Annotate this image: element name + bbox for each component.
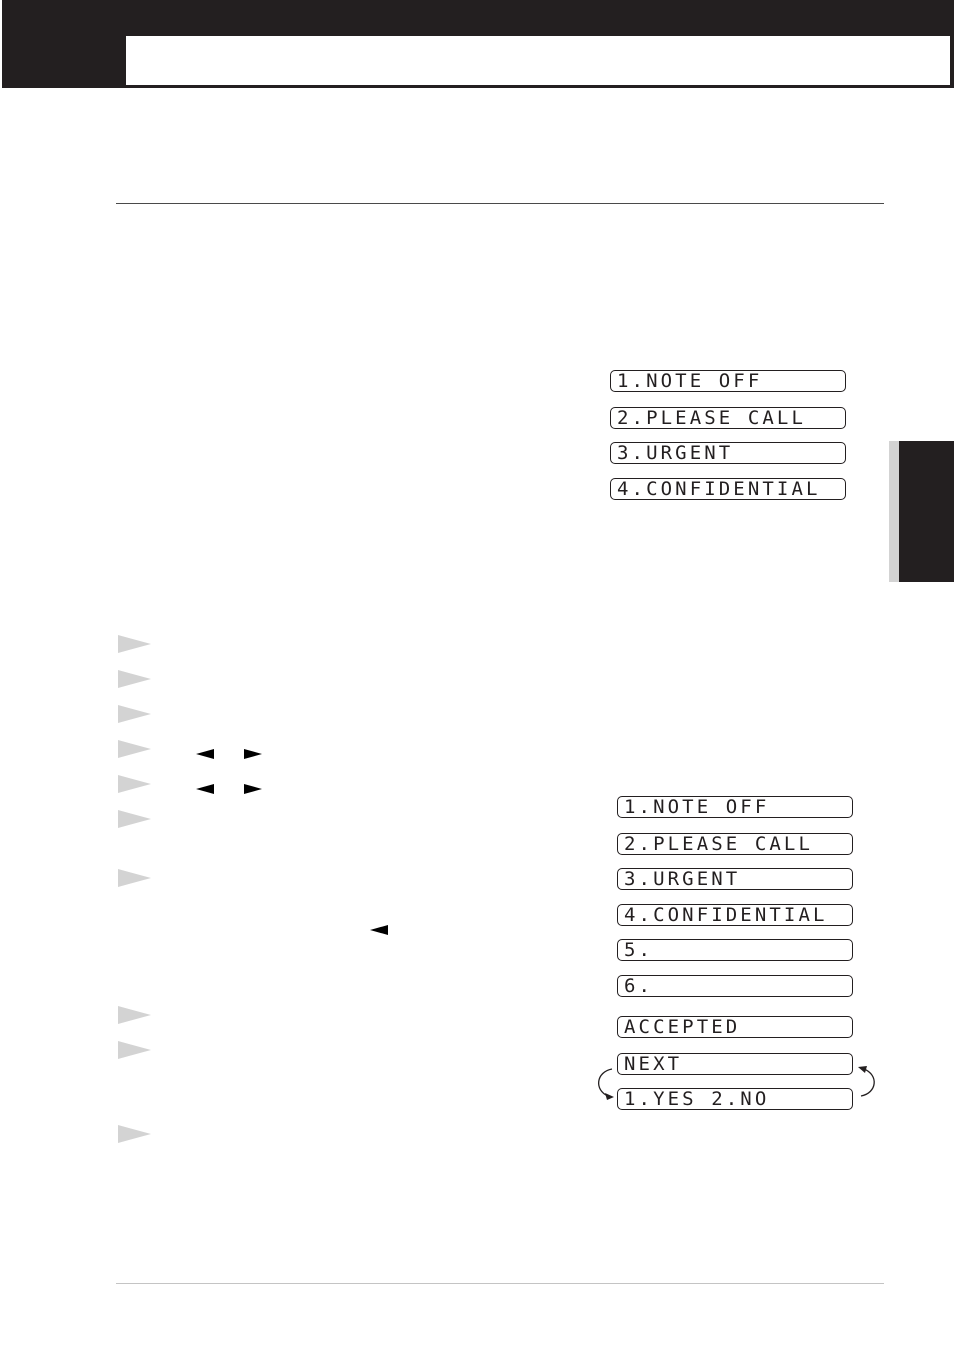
lcd-display-accepted: ACCEPTED xyxy=(617,1016,853,1038)
right-arrow-icon xyxy=(244,749,262,759)
step-marker-icon xyxy=(118,670,151,688)
side-tab xyxy=(899,441,954,582)
lcd-text: 1.NOTE OFF xyxy=(617,370,763,392)
lcd-text: 1.YES 2.NO xyxy=(624,1088,770,1110)
step-marker-icon xyxy=(118,1006,151,1024)
lcd-text: 2.PLEASE CALL xyxy=(617,407,807,429)
lcd-text: 3.URGENT xyxy=(624,868,741,890)
step-marker-icon xyxy=(118,775,151,793)
step-marker-icon xyxy=(118,635,151,653)
footer-rule xyxy=(116,1283,884,1284)
left-arrow-icon xyxy=(196,784,214,794)
lcd-display: 1.NOTE OFF xyxy=(610,370,846,392)
lcd-text: 4.CONFIDENTIAL xyxy=(617,478,821,500)
lcd-text: 3.URGENT xyxy=(617,442,734,464)
lcd-display: 3.URGENT xyxy=(610,442,846,464)
lcd-display: 6. xyxy=(617,975,853,997)
step-marker-icon xyxy=(118,705,151,723)
side-tab-shadow xyxy=(889,441,899,582)
lcd-display-yes-no: 1.YES 2.NO xyxy=(617,1088,853,1110)
lcd-text: 4.CONFIDENTIAL xyxy=(624,904,828,926)
lcd-display-next: NEXT xyxy=(617,1053,853,1075)
chapter-title-box xyxy=(126,36,952,87)
lcd-text: 1.NOTE OFF xyxy=(624,796,770,818)
lcd-display: 4.CONFIDENTIAL xyxy=(610,478,846,500)
lcd-text: 6. xyxy=(624,975,654,997)
cycle-arrow-right-icon xyxy=(858,1066,875,1097)
step-marker-icon xyxy=(118,1041,151,1059)
lcd-display: 5. xyxy=(617,939,853,961)
lcd-text: ACCEPTED xyxy=(624,1016,741,1038)
right-arrow-icon xyxy=(244,784,262,794)
step-marker-icon xyxy=(118,1125,151,1143)
cycle-arrow-left-icon xyxy=(598,1068,614,1100)
step-marker-icon xyxy=(118,740,151,758)
left-arrow-icon xyxy=(196,749,214,759)
lcd-text: 2.PLEASE CALL xyxy=(624,833,814,855)
section-rule xyxy=(116,203,884,204)
lcd-display: 1.NOTE OFF xyxy=(617,796,853,818)
lcd-display: 2.PLEASE CALL xyxy=(617,833,853,855)
lcd-text: 5. xyxy=(624,939,654,961)
step-marker-icon xyxy=(118,810,151,828)
lcd-display: 2.PLEASE CALL xyxy=(610,407,846,429)
lcd-text: NEXT xyxy=(624,1053,683,1075)
lcd-display: 3.URGENT xyxy=(617,868,853,890)
step-marker-icon xyxy=(118,869,151,887)
left-arrow-icon xyxy=(370,925,388,935)
lcd-display: 4.CONFIDENTIAL xyxy=(617,904,853,926)
